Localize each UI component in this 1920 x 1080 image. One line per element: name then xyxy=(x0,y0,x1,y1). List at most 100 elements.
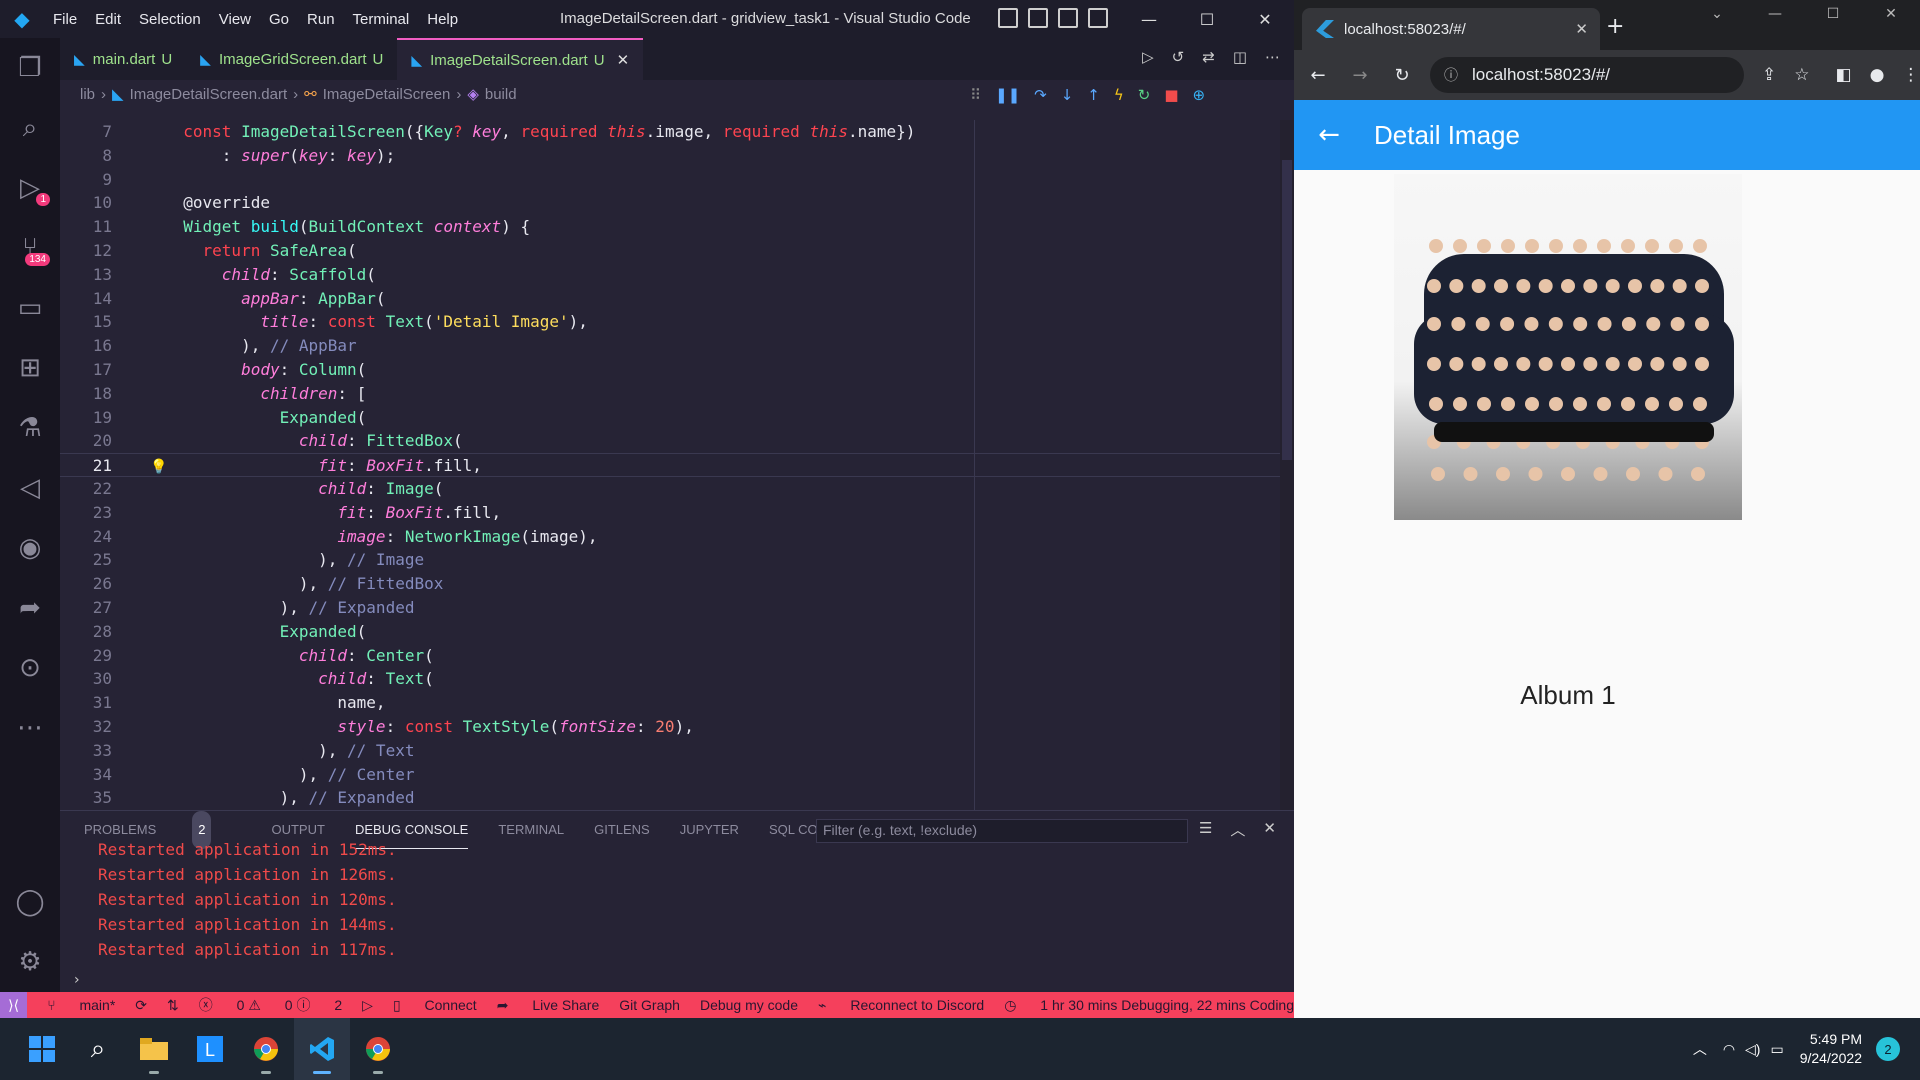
line-number[interactable]: 28 xyxy=(60,620,112,644)
line-number[interactable]: 22 xyxy=(60,477,112,501)
tab-search-icon[interactable]: ⌄ xyxy=(1688,6,1746,22)
code-line[interactable]: 26 ), // FittedBox xyxy=(60,572,1294,596)
line-number[interactable]: 12 xyxy=(60,239,112,263)
minimize-icon[interactable]: — xyxy=(1120,0,1178,38)
debug-my-code-status[interactable]: Debug my code xyxy=(700,997,798,1013)
side-panel-icon[interactable]: ◧ xyxy=(1836,65,1852,85)
split-editor-icon[interactable]: ◫ xyxy=(1233,48,1247,66)
more-icon[interactable]: ⋯ xyxy=(0,698,60,758)
git-graph-status[interactable]: Git Graph xyxy=(619,997,680,1013)
volume-icon[interactable]: ◁) xyxy=(1745,1041,1760,1058)
new-tab-icon[interactable]: + xyxy=(1606,14,1624,39)
stop-icon[interactable]: ■ xyxy=(1164,86,1178,104)
tab-gitlens[interactable]: GITLENS xyxy=(594,811,650,849)
line-number[interactable]: 10 xyxy=(60,191,112,215)
tab-image-detail-screen[interactable]: ◣ ImageDetailScreen.dart U ✕ xyxy=(397,38,644,80)
remote-explorer-icon[interactable]: ▭ xyxy=(0,278,60,338)
code-editor[interactable]: 7 const ImageDetailScreen({Key? key, req… xyxy=(60,120,1294,810)
profile-avatar-icon[interactable]: ● xyxy=(1870,65,1885,85)
line-number[interactable]: 16 xyxy=(60,334,112,358)
line-number[interactable]: 14 xyxy=(60,287,112,311)
breadcrumb-lib[interactable]: lib xyxy=(80,86,95,103)
code-line[interactable]: 29 child: Center( xyxy=(60,644,1294,668)
extensions-icon[interactable]: ⊞ xyxy=(0,338,60,398)
code-line[interactable]: 31 name, xyxy=(60,691,1294,715)
console-prompt-chevron-icon[interactable]: › xyxy=(74,972,80,988)
reload-icon[interactable]: ↻ xyxy=(1384,65,1420,86)
settings-gear-icon[interactable]: ⚙ xyxy=(0,932,60,992)
code-line[interactable]: 22 child: Image( xyxy=(60,477,1294,501)
line-number[interactable]: 31 xyxy=(60,691,112,715)
inspect-widget-icon[interactable]: ⊕ xyxy=(1193,86,1206,104)
menu-terminal[interactable]: Terminal xyxy=(344,11,419,28)
forward-icon[interactable]: → xyxy=(1342,65,1378,86)
remote-indicator-icon[interactable]: ⟩⟨ xyxy=(0,992,28,1018)
run-debug-icon[interactable]: ▷ 1 xyxy=(0,158,60,218)
wifi-icon[interactable]: ◠ xyxy=(1723,1041,1735,1058)
code-line[interactable]: 8 : super(key: key); xyxy=(60,144,1294,168)
search-icon[interactable]: ⌕ xyxy=(0,98,60,158)
minimize-icon[interactable]: — xyxy=(1746,6,1804,22)
bookmark-star-icon[interactable]: ☆ xyxy=(1794,65,1809,85)
code-line[interactable]: 23 fit: BoxFit.fill, xyxy=(60,501,1294,525)
line-number[interactable]: 21 xyxy=(60,454,112,478)
restart-icon[interactable]: ↻ xyxy=(1138,86,1151,104)
line-number[interactable]: 26 xyxy=(60,572,112,596)
menu-selection[interactable]: Selection xyxy=(130,11,210,28)
code-line[interactable]: 13 child: Scaffold( xyxy=(60,263,1294,287)
close-icon[interactable]: ✕ xyxy=(1236,0,1294,38)
vscode-taskbar-icon[interactable] xyxy=(294,1018,350,1080)
menu-help[interactable]: Help xyxy=(418,11,467,28)
branch-status[interactable]: ⑂ main* xyxy=(47,997,115,1013)
console-filter-input[interactable]: Filter (e.g. text, !exclude) xyxy=(816,819,1188,843)
launcher-l-icon[interactable]: L xyxy=(182,1018,238,1080)
code-line[interactable]: 28 Expanded( xyxy=(60,620,1294,644)
taskbar-search-icon[interactable]: ⌕ xyxy=(70,1018,126,1080)
line-number[interactable]: 11 xyxy=(60,215,112,239)
code-line[interactable]: 19 Expanded( xyxy=(60,406,1294,430)
testing-icon[interactable]: ⚗ xyxy=(0,398,60,458)
scrollbar-thumb[interactable] xyxy=(1282,160,1292,460)
windows-start-icon[interactable] xyxy=(14,1018,70,1080)
drag-handle-icon[interactable]: ⠿ xyxy=(970,86,981,104)
line-number[interactable]: 17 xyxy=(60,358,112,382)
line-number[interactable]: 15 xyxy=(60,310,112,334)
close-tab-icon[interactable]: ✕ xyxy=(1575,20,1588,38)
gitlens-icon[interactable]: ⊙ xyxy=(0,638,60,698)
github-icon[interactable]: ◉ xyxy=(0,518,60,578)
tab-jupyter[interactable]: JUPYTER xyxy=(680,811,739,849)
menu-go[interactable]: Go xyxy=(260,11,298,28)
breadcrumb-method[interactable]: build xyxy=(485,86,517,103)
git-pr-icon[interactable]: ⇅ xyxy=(167,997,179,1014)
close-tab-icon[interactable]: ✕ xyxy=(617,51,630,69)
code-line[interactable]: 25 ), // Image xyxy=(60,548,1294,572)
line-number[interactable]: 32 xyxy=(60,715,112,739)
chevron-up-icon[interactable]: ︿ xyxy=(1693,1039,1707,1059)
close-icon[interactable]: ✕ xyxy=(1862,6,1920,22)
line-number[interactable]: 33 xyxy=(60,739,112,763)
line-number[interactable]: 9 xyxy=(60,168,112,192)
line-number[interactable]: 30 xyxy=(60,667,112,691)
live-share-status[interactable]: ➦ Live Share xyxy=(497,997,600,1014)
problems-status[interactable]: ⓧ 0 ⚠ 0 ⓘ 2 xyxy=(199,995,342,1015)
live-share-icon[interactable]: ➦ xyxy=(0,578,60,638)
close-panel-icon[interactable]: ✕ xyxy=(1263,819,1276,840)
line-number[interactable]: 7 xyxy=(60,120,112,144)
code-line[interactable]: 17 body: Column( xyxy=(60,358,1294,382)
run-icon[interactable]: ▷ xyxy=(1142,48,1154,66)
line-number[interactable]: 20 xyxy=(60,429,112,453)
site-info-icon[interactable]: ⓘ xyxy=(1444,65,1458,85)
code-line[interactable]: 24 image: NetworkImage(image), xyxy=(60,525,1294,549)
menu-edit[interactable]: Edit xyxy=(86,11,130,28)
toggle-sidebar-icon[interactable] xyxy=(998,8,1018,28)
code-line[interactable]: 18 children: [ xyxy=(60,382,1294,406)
menu-view[interactable]: View xyxy=(210,11,260,28)
menu-file[interactable]: File xyxy=(44,11,86,28)
code-line[interactable]: 30 child: Text( xyxy=(60,667,1294,691)
code-line[interactable]: 32 style: const TextStyle(fontSize: 20), xyxy=(60,715,1294,739)
tab-image-grid-screen[interactable]: ◣ ImageGridScreen.dart U xyxy=(186,38,398,80)
line-number[interactable]: 27 xyxy=(60,596,112,620)
code-line[interactable]: 14 appBar: AppBar( xyxy=(60,287,1294,311)
line-number[interactable]: 23 xyxy=(60,501,112,525)
coding-time-status[interactable]: ◷ 1 hr 30 mins Debugging, 22 mins Coding xyxy=(1004,997,1294,1014)
